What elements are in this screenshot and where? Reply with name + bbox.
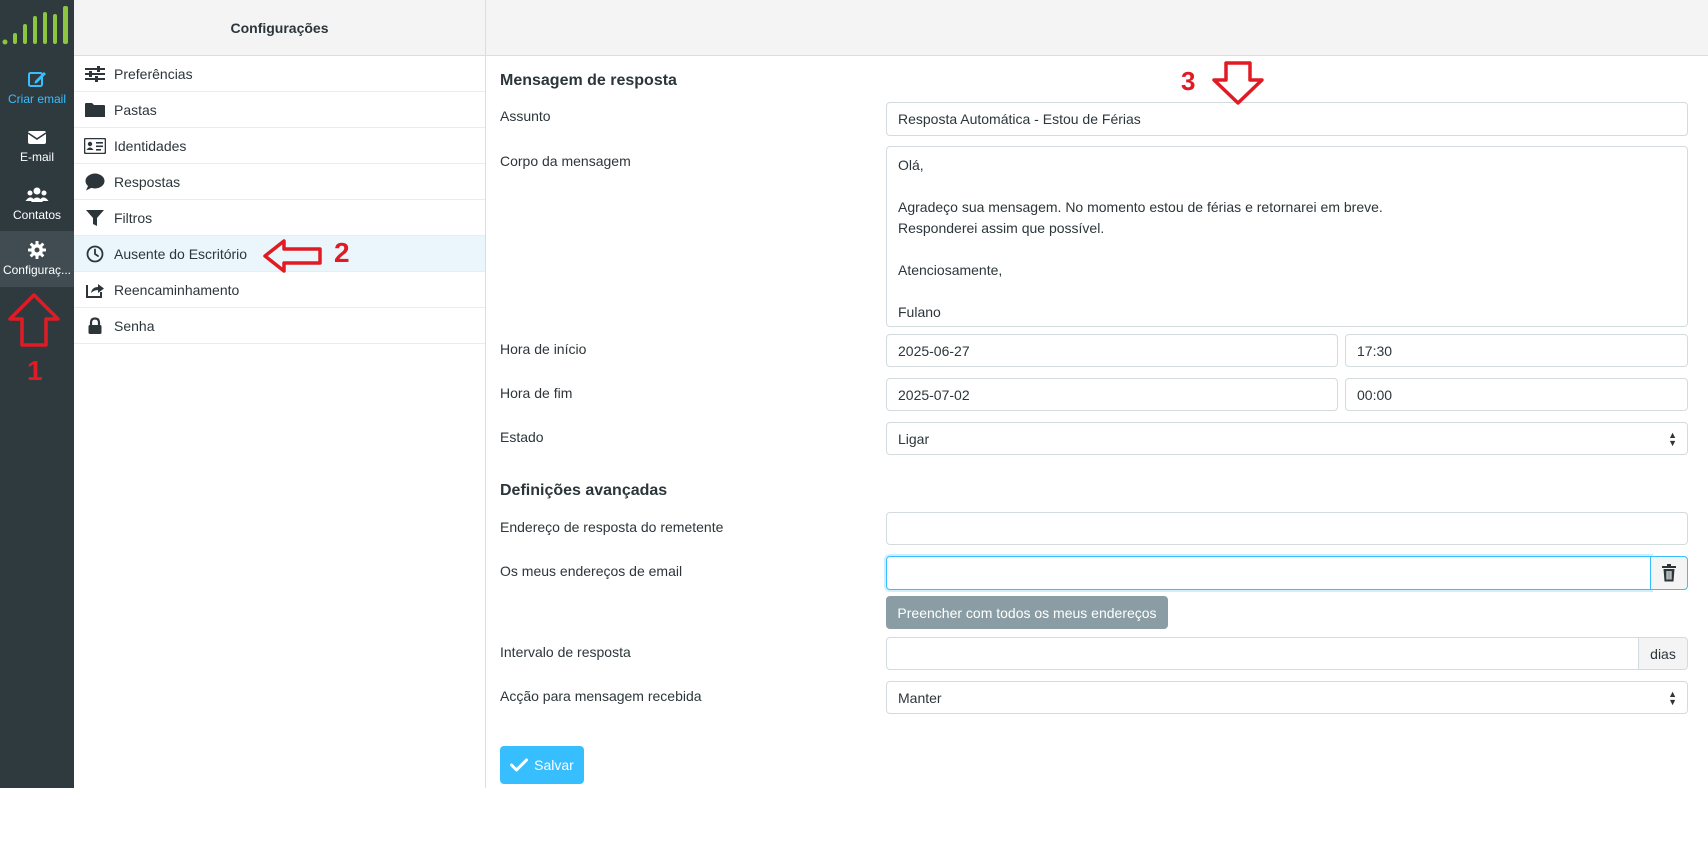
main-content: Mensagem de resposta Assunto Resposta Au… [486, 0, 1708, 788]
forward-icon [84, 281, 106, 299]
compose-label: Criar email [7, 92, 66, 106]
app-root: Criar email E-mail Contatos Configuraç..… [0, 0, 1708, 851]
main-header [486, 0, 1708, 56]
body-textarea[interactable]: Olá, Agradeço sua mensagem. No momento e… [886, 146, 1688, 327]
settings-item-forwarding[interactable]: Reencaminhamento [74, 272, 485, 308]
sender-address-input[interactable] [886, 512, 1688, 545]
status-select[interactable]: Ligar ▲ ▼ [886, 422, 1688, 455]
clock-icon [84, 245, 106, 263]
action-select-value: Manter [898, 689, 942, 706]
settings-item-label: Pastas [114, 101, 157, 118]
compose-icon [28, 72, 46, 87]
lock-icon [84, 316, 106, 335]
id-card-icon [84, 137, 106, 155]
interval-input[interactable] [886, 637, 1639, 670]
filter-icon [84, 209, 106, 227]
select-arrows-icon: ▲ ▼ [1668, 688, 1677, 707]
mail-button[interactable]: E-mail [0, 118, 74, 174]
end-label: Hora de fim [500, 385, 573, 401]
start-date-input[interactable]: 2025-06-27 [886, 334, 1338, 367]
checkmark-icon [510, 758, 529, 772]
section-title-advanced: Definições avançadas [500, 482, 668, 499]
my-emails-input[interactable] [886, 556, 1651, 590]
settings-item-label: Reencaminhamento [114, 281, 240, 298]
settings-item-responses[interactable]: Respostas [74, 164, 485, 200]
settings-item-identities[interactable]: Identidades [74, 128, 485, 164]
start-time-input[interactable]: 17:30 [1345, 334, 1688, 367]
settings-item-label: Filtros [114, 209, 153, 226]
settings-label: Configuraç... [2, 263, 72, 277]
settings-title: Configurações [74, 0, 485, 56]
annotation-number-3: 3 [1181, 66, 1196, 96]
fill-all-addresses-button[interactable]: Preencher com todos os meus endereços [886, 596, 1168, 629]
save-button[interactable]: Salvar [500, 746, 584, 784]
settings-panel: Configurações Preferências Pastas Identi… [74, 0, 486, 788]
contacts-label: Contatos [12, 208, 62, 222]
sender-label: Endereço de resposta do remetente [500, 519, 724, 535]
interval-label: Intervalo de resposta [500, 644, 631, 660]
start-label: Hora de início [500, 341, 587, 357]
body-label: Corpo da mensagem [500, 153, 631, 169]
save-button-label: Salvar [534, 757, 574, 773]
logo-icon [2, 6, 68, 45]
delete-address-button[interactable] [1650, 556, 1688, 590]
settings-item-label: Identidades [114, 137, 187, 154]
settings-item-label: Respostas [114, 173, 181, 190]
select-arrows-icon: ▲ ▼ [1668, 429, 1677, 448]
annotation-number-2: 2 [334, 237, 350, 268]
trash-icon [1662, 564, 1676, 582]
subject-label: Assunto [500, 108, 551, 124]
end-time-input[interactable]: 00:00 [1345, 378, 1688, 411]
my-emails-label: Os meus endereços de email [500, 563, 683, 579]
status-select-value: Ligar [898, 430, 930, 447]
folder-icon [84, 101, 106, 119]
section-title-response: Mensagem de resposta [500, 72, 677, 89]
sliders-icon [84, 65, 106, 83]
settings-item-password[interactable]: Senha [74, 308, 485, 344]
mail-label: E-mail [19, 150, 54, 164]
task-menu: Criar email E-mail Contatos Configuraç..… [0, 0, 74, 788]
action-label: Acção para mensagem recebida [500, 688, 702, 704]
action-select[interactable]: Manter ▲ ▼ [886, 681, 1688, 714]
annotation-arrow-up-icon [8, 293, 60, 347]
status-label: Estado [500, 429, 544, 445]
settings-item-folders[interactable]: Pastas [74, 92, 485, 128]
settings-item-label: Ausente do Escritório [114, 245, 248, 262]
interval-unit-addon: dias [1638, 637, 1688, 670]
end-date-input[interactable]: 2025-07-02 [886, 378, 1338, 411]
compose-button[interactable]: Criar email [0, 60, 74, 116]
comment-icon [84, 173, 106, 191]
settings-item-label: Preferências [114, 65, 193, 82]
contacts-button[interactable]: Contatos [0, 176, 74, 232]
contacts-icon [25, 187, 49, 202]
subject-input[interactable]: Resposta Automática - Estou de Férias [886, 102, 1688, 136]
settings-item-label: Senha [114, 317, 155, 334]
gear-icon [28, 241, 46, 259]
annotation-number-1: 1 [27, 355, 43, 386]
settings-item-filters[interactable]: Filtros [74, 200, 485, 236]
annotation-arrow-left-icon [263, 239, 322, 273]
settings-button[interactable]: Configuraç... [0, 231, 74, 287]
envelope-icon [27, 131, 47, 144]
settings-item-preferences[interactable]: Preferências [74, 56, 485, 92]
annotation-arrow-down-icon [1212, 61, 1264, 105]
